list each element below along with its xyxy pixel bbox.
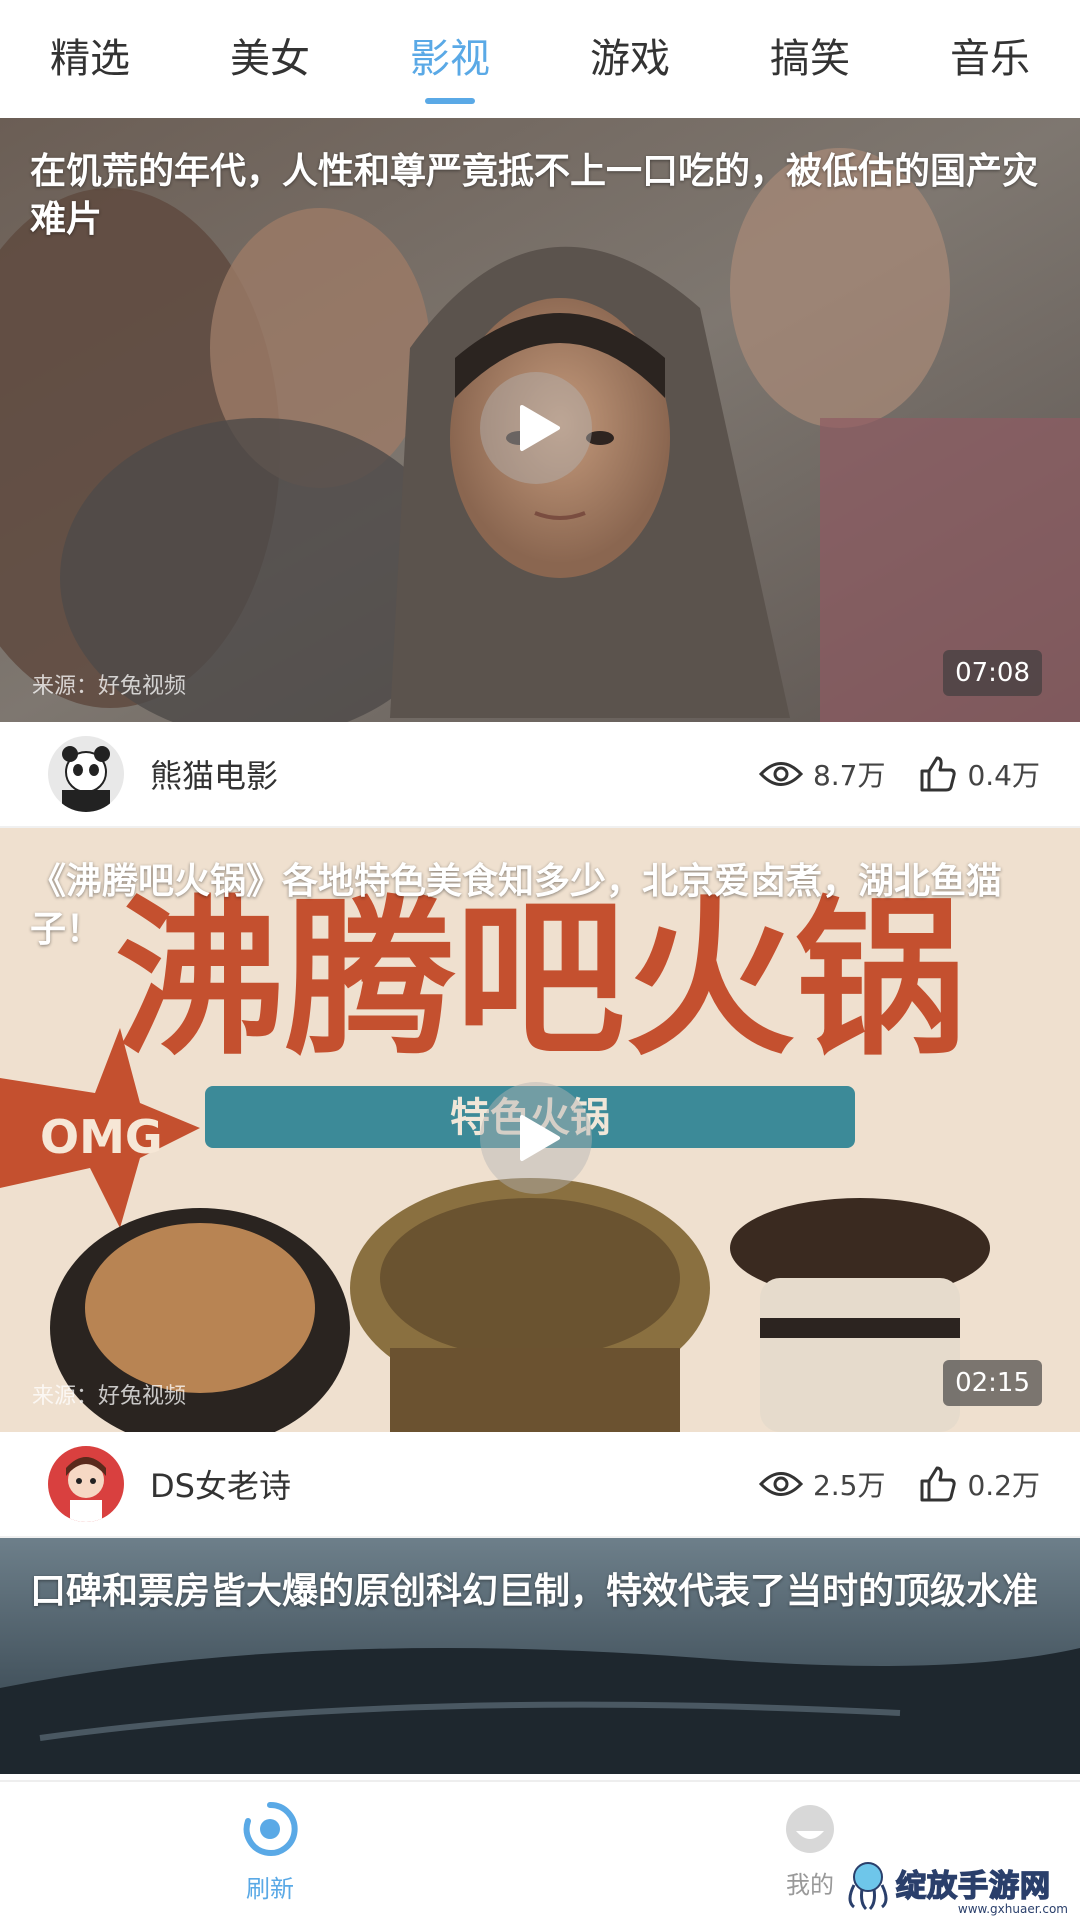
video-source: 来源：好兔视频 — [32, 1384, 187, 1409]
play-button[interactable] — [480, 1082, 592, 1194]
tab-beauty[interactable]: 美女 — [180, 0, 360, 118]
video-meta-row: DS女老诗 2.5万 0.2万 — [0, 1432, 1080, 1538]
video-title: 口碑和票房皆大爆的原创科幻巨制，特效代表了当时的顶级水准 — [30, 1571, 1039, 1612]
author-name[interactable]: 熊猫电影 — [150, 751, 725, 797]
video-thumbnail[interactable]: 沸腾吧火锅 特色火锅 OMG 《沸腾吧火锅》各地特色美食知多少，北京爱卤煮，湖北… — [0, 828, 1080, 1432]
play-icon — [520, 1115, 560, 1161]
octopus-logo-icon — [848, 1862, 888, 1911]
play-icon — [520, 405, 560, 451]
nav-mine-label: 我的 — [786, 1870, 834, 1899]
video-meta-row: 熊猫电影 8.7万 0.4万 — [0, 722, 1080, 828]
tab-movies[interactable]: 影视 — [360, 0, 540, 118]
nav-refresh[interactable]: 刷新 — [0, 1782, 540, 1920]
tab-active-indicator — [425, 98, 475, 104]
tab-games[interactable]: 游戏 — [540, 0, 720, 118]
view-count-value: 8.7万 — [812, 759, 886, 792]
watermark-url: www.gxhuaer.com — [957, 1902, 1068, 1916]
like-count[interactable]: 0.2万 — [919, 1464, 1040, 1504]
cartoon-girl-avatar-icon — [48, 1446, 124, 1522]
author-name[interactable]: DS女老诗 — [150, 1461, 725, 1507]
video-duration: 02:15 — [943, 1360, 1042, 1406]
thumbs-up-icon — [920, 1466, 957, 1502]
refresh-icon — [243, 1801, 298, 1856]
play-button[interactable] — [480, 372, 592, 484]
watermark-text: 绽放手游网 — [895, 1868, 1051, 1905]
nav-refresh-label: 刷新 — [246, 1874, 294, 1903]
profile-icon — [786, 1804, 834, 1853]
tab-label: 影视 — [410, 36, 490, 82]
category-tab-bar: 精选 美女 影视 游戏 搞笑 音乐 — [0, 0, 1080, 118]
view-count: 2.5万 — [758, 1464, 886, 1504]
video-title: 在饥荒的年代，人性和尊严竟抵不上一口吃的，被低估的国产灾难片 — [30, 151, 1039, 240]
tab-label: 音乐 — [950, 36, 1030, 82]
avatar[interactable] — [48, 736, 124, 812]
like-count-value: 0.4万 — [967, 759, 1040, 792]
site-watermark: 绽放手游网 www.gxhuaer.com — [840, 1852, 1072, 1916]
tab-funny[interactable]: 搞笑 — [720, 0, 900, 118]
video-feed: 在饥荒的年代，人性和尊严竟抵不上一口吃的，被低估的国产灾难片 来源：好兔视频 0… — [0, 118, 1080, 1774]
view-count-value: 2.5万 — [812, 1469, 886, 1502]
video-source: 来源：好兔视频 — [32, 674, 187, 699]
video-duration: 07:08 — [943, 650, 1042, 696]
tab-label: 搞笑 — [770, 36, 850, 82]
video-card: 沸腾吧火锅 特色火锅 OMG 《沸腾吧火锅》各地特色美食知多少，北京爱卤煮，湖北… — [0, 828, 1080, 1538]
tab-label: 美女 — [230, 36, 310, 82]
tab-music[interactable]: 音乐 — [900, 0, 1080, 118]
like-count[interactable]: 0.4万 — [919, 754, 1040, 794]
view-count: 8.7万 — [758, 754, 886, 794]
video-card: 在饥荒的年代，人性和尊严竟抵不上一口吃的，被低估的国产灾难片 来源：好兔视频 0… — [0, 118, 1080, 828]
eye-icon — [758, 762, 803, 786]
like-count-value: 0.2万 — [967, 1469, 1040, 1502]
poster-badge-text: OMG — [40, 1110, 163, 1164]
video-thumbnail[interactable]: 在饥荒的年代，人性和尊严竟抵不上一口吃的，被低估的国产灾难片 来源：好兔视频 0… — [0, 118, 1080, 722]
video-card: 口碑和票房皆大爆的原创科幻巨制，特效代表了当时的顶级水准 — [0, 1538, 1080, 1774]
tab-label: 精选 — [50, 36, 130, 82]
thumbs-up-icon — [920, 756, 957, 792]
video-thumbnail[interactable]: 口碑和票房皆大爆的原创科幻巨制，特效代表了当时的顶级水准 — [0, 1538, 1080, 1774]
tab-featured[interactable]: 精选 — [0, 0, 180, 118]
eye-icon — [758, 1472, 803, 1496]
avatar[interactable] — [48, 1446, 124, 1522]
video-title: 《沸腾吧火锅》各地特色美食知多少，北京爱卤煮，湖北鱼猫子！ — [30, 861, 1003, 950]
panda-avatar-icon — [48, 736, 124, 812]
tab-label: 游戏 — [590, 36, 670, 82]
